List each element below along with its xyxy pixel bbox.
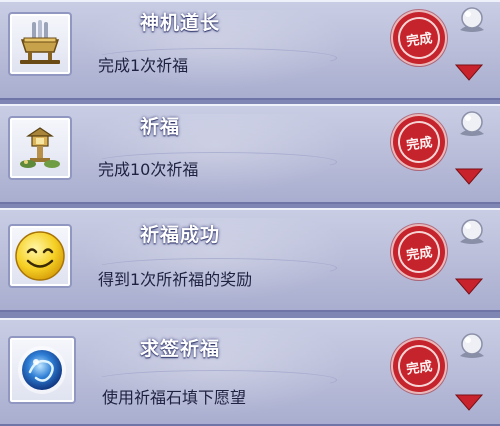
stone-lantern-icon xyxy=(20,127,60,168)
achievement-icon-frame xyxy=(8,336,76,404)
pearl-icon xyxy=(460,7,484,32)
achievement-description: 完成1次祈福 xyxy=(98,56,189,75)
achievement-icon-frame xyxy=(8,12,72,76)
completed-stamp: 完成 xyxy=(389,222,449,282)
achievement-card[interactable]: 神机道长 完成1次祈福 完成 xyxy=(0,0,500,100)
expand-arrow-icon[interactable] xyxy=(454,392,484,412)
completed-stamp: 完成 xyxy=(389,112,449,172)
completed-stamp: 完成 xyxy=(389,336,449,396)
pearl-icon xyxy=(460,333,484,358)
smiley-face-icon xyxy=(15,231,65,281)
achievement-icon-frame xyxy=(8,116,72,180)
achievement-icon-frame xyxy=(8,224,72,288)
pearl-icon xyxy=(460,219,484,244)
achievement-card[interactable]: 求签祈福 使用祈福石填下愿望 完成 xyxy=(0,318,500,426)
blessing-stone-orb-icon xyxy=(18,346,66,394)
achievement-card[interactable]: 祈福成功 得到1次所祈福的奖励 完成 xyxy=(0,208,500,312)
expand-arrow-icon[interactable] xyxy=(454,62,484,82)
completed-stamp-text: 完成 xyxy=(395,118,443,166)
achievement-list: 神机道长 完成1次祈福 完成 祈福 完成10次祈福 完成 祈福成功 得到1次所祈… xyxy=(0,0,500,426)
expand-arrow-icon[interactable] xyxy=(454,276,484,296)
completed-stamp-text: 完成 xyxy=(395,342,443,390)
expand-arrow-icon[interactable] xyxy=(454,166,484,186)
completed-stamp-text: 完成 xyxy=(395,14,443,62)
achievement-card[interactable]: 祈福 完成10次祈福 完成 xyxy=(0,104,500,204)
pearl-icon xyxy=(460,111,484,136)
incense-burner-icon xyxy=(20,20,60,64)
achievement-description: 得到1次所祈福的奖励 xyxy=(98,270,253,289)
achievement-title: 祈福 xyxy=(140,116,181,138)
completed-stamp: 完成 xyxy=(389,8,449,68)
completed-stamp-text: 完成 xyxy=(395,228,443,276)
achievement-description: 使用祈福石填下愿望 xyxy=(102,388,247,407)
achievement-title: 求签祈福 xyxy=(140,338,221,360)
achievement-description: 完成10次祈福 xyxy=(98,160,199,179)
achievement-title: 祈福成功 xyxy=(140,224,221,246)
achievement-title: 神机道长 xyxy=(140,12,221,34)
